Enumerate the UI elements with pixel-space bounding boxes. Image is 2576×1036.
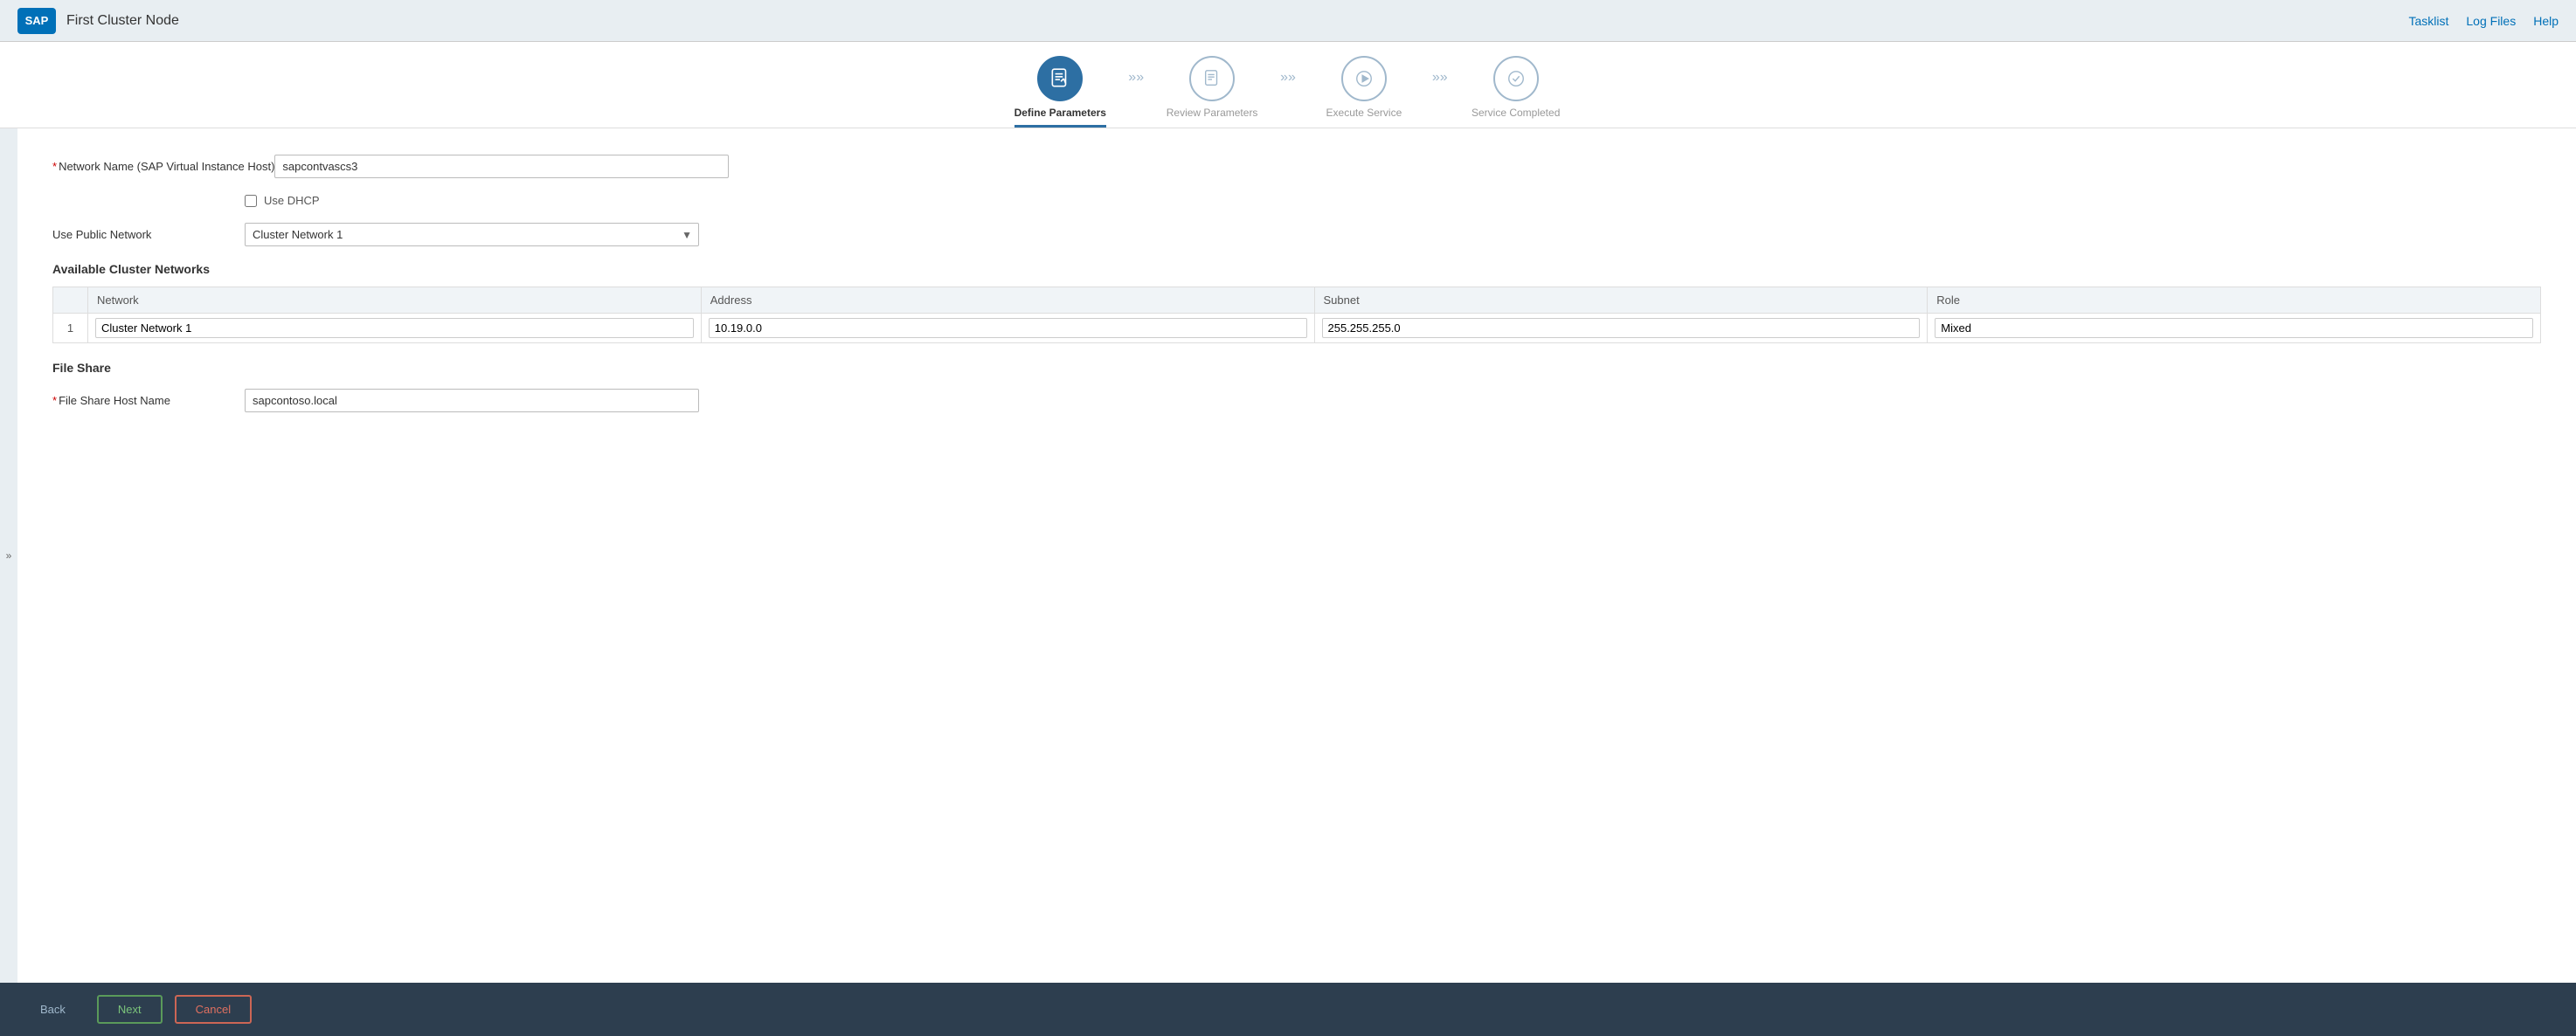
wizard-step-review[interactable]: Review Parameters bbox=[1151, 56, 1273, 128]
col-subnet: Subnet bbox=[1314, 287, 1928, 314]
cluster-table-header-row: Network Address Subnet Role bbox=[53, 287, 2541, 314]
required-star-fileshare: * bbox=[52, 394, 57, 407]
define-icon bbox=[1037, 56, 1083, 101]
next-button[interactable]: Next bbox=[97, 995, 163, 1024]
cluster-table: Network Address Subnet Role 1 bbox=[52, 287, 2541, 343]
network-name-group: *Network Name (SAP Virtual Instance Host… bbox=[52, 155, 2541, 178]
logfiles-link[interactable]: Log Files bbox=[2466, 14, 2516, 28]
arrow-2: »» bbox=[1280, 56, 1296, 86]
file-share-title: File Share bbox=[52, 361, 2541, 375]
row-address-input[interactable] bbox=[709, 318, 1307, 338]
header-nav: Tasklist Log Files Help bbox=[2408, 14, 2559, 28]
footer: Back Next Cancel bbox=[0, 983, 2576, 1036]
row-role-cell bbox=[1928, 314, 2541, 343]
file-share-host-label: *File Share Host Name bbox=[52, 389, 245, 409]
network-name-input[interactable] bbox=[274, 155, 729, 178]
arrow-1: »» bbox=[1128, 56, 1144, 86]
sidebar-toggle[interactable]: » bbox=[0, 128, 17, 983]
layout: » *Network Name (SAP Virtual Instance Ho… bbox=[0, 128, 2576, 983]
help-link[interactable]: Help bbox=[2533, 14, 2559, 28]
use-public-network-wrapper: Cluster Network 1 Cluster Network 2 ▼ bbox=[245, 223, 699, 246]
header: SAP First Cluster Node Tasklist Log File… bbox=[0, 0, 2576, 42]
back-button[interactable]: Back bbox=[21, 997, 85, 1022]
define-label: Define Parameters bbox=[1014, 107, 1106, 128]
wizard-step-define[interactable]: Define Parameters bbox=[999, 56, 1121, 128]
completed-icon bbox=[1493, 56, 1539, 101]
row-address-cell bbox=[701, 314, 1314, 343]
execute-label: Execute Service bbox=[1326, 107, 1402, 128]
use-dhcp-label: Use DHCP bbox=[264, 194, 320, 207]
available-networks-title: Available Cluster Networks bbox=[52, 262, 2541, 276]
col-num bbox=[53, 287, 88, 314]
review-label: Review Parameters bbox=[1167, 107, 1258, 128]
required-star-network: * bbox=[52, 160, 57, 173]
cluster-table-body: 1 bbox=[53, 314, 2541, 343]
network-name-label: *Network Name (SAP Virtual Instance Host… bbox=[52, 155, 274, 175]
use-dhcp-checkbox[interactable] bbox=[245, 195, 257, 207]
col-network: Network bbox=[88, 287, 702, 314]
cluster-table-head: Network Address Subnet Role bbox=[53, 287, 2541, 314]
table-row: 1 bbox=[53, 314, 2541, 343]
use-dhcp-row: Use DHCP bbox=[245, 194, 2541, 207]
use-public-network-select[interactable]: Cluster Network 1 Cluster Network 2 bbox=[245, 223, 699, 246]
row-network-input[interactable] bbox=[95, 318, 694, 338]
file-share-host-group: *File Share Host Name bbox=[52, 389, 2541, 412]
header-left: SAP First Cluster Node bbox=[17, 8, 179, 34]
row-role-input[interactable] bbox=[1935, 318, 2533, 338]
file-share-host-input[interactable] bbox=[245, 389, 699, 412]
wizard-step-completed[interactable]: Service Completed bbox=[1455, 56, 1577, 128]
arrow-3: »» bbox=[1432, 56, 1448, 86]
review-icon bbox=[1189, 56, 1235, 101]
row-num: 1 bbox=[53, 314, 88, 343]
use-public-network-label: Use Public Network bbox=[52, 223, 245, 243]
row-subnet-input[interactable] bbox=[1322, 318, 1921, 338]
sap-logo: SAP bbox=[17, 8, 56, 34]
wizard-steps: Define Parameters »» Review Parameters »… bbox=[999, 56, 1576, 128]
use-public-network-group: Use Public Network Cluster Network 1 Clu… bbox=[52, 223, 2541, 246]
execute-icon bbox=[1341, 56, 1387, 101]
col-role: Role bbox=[1928, 287, 2541, 314]
row-subnet-cell bbox=[1314, 314, 1928, 343]
wizard-step-execute[interactable]: Execute Service bbox=[1303, 56, 1425, 128]
cancel-button[interactable]: Cancel bbox=[175, 995, 252, 1024]
col-address: Address bbox=[701, 287, 1314, 314]
app-title: First Cluster Node bbox=[66, 13, 179, 29]
wizard-bar: Define Parameters »» Review Parameters »… bbox=[0, 42, 2576, 128]
row-network-cell bbox=[88, 314, 702, 343]
tasklist-link[interactable]: Tasklist bbox=[2408, 14, 2448, 28]
completed-label: Service Completed bbox=[1472, 107, 1560, 128]
main-content: *Network Name (SAP Virtual Instance Host… bbox=[17, 128, 2576, 983]
